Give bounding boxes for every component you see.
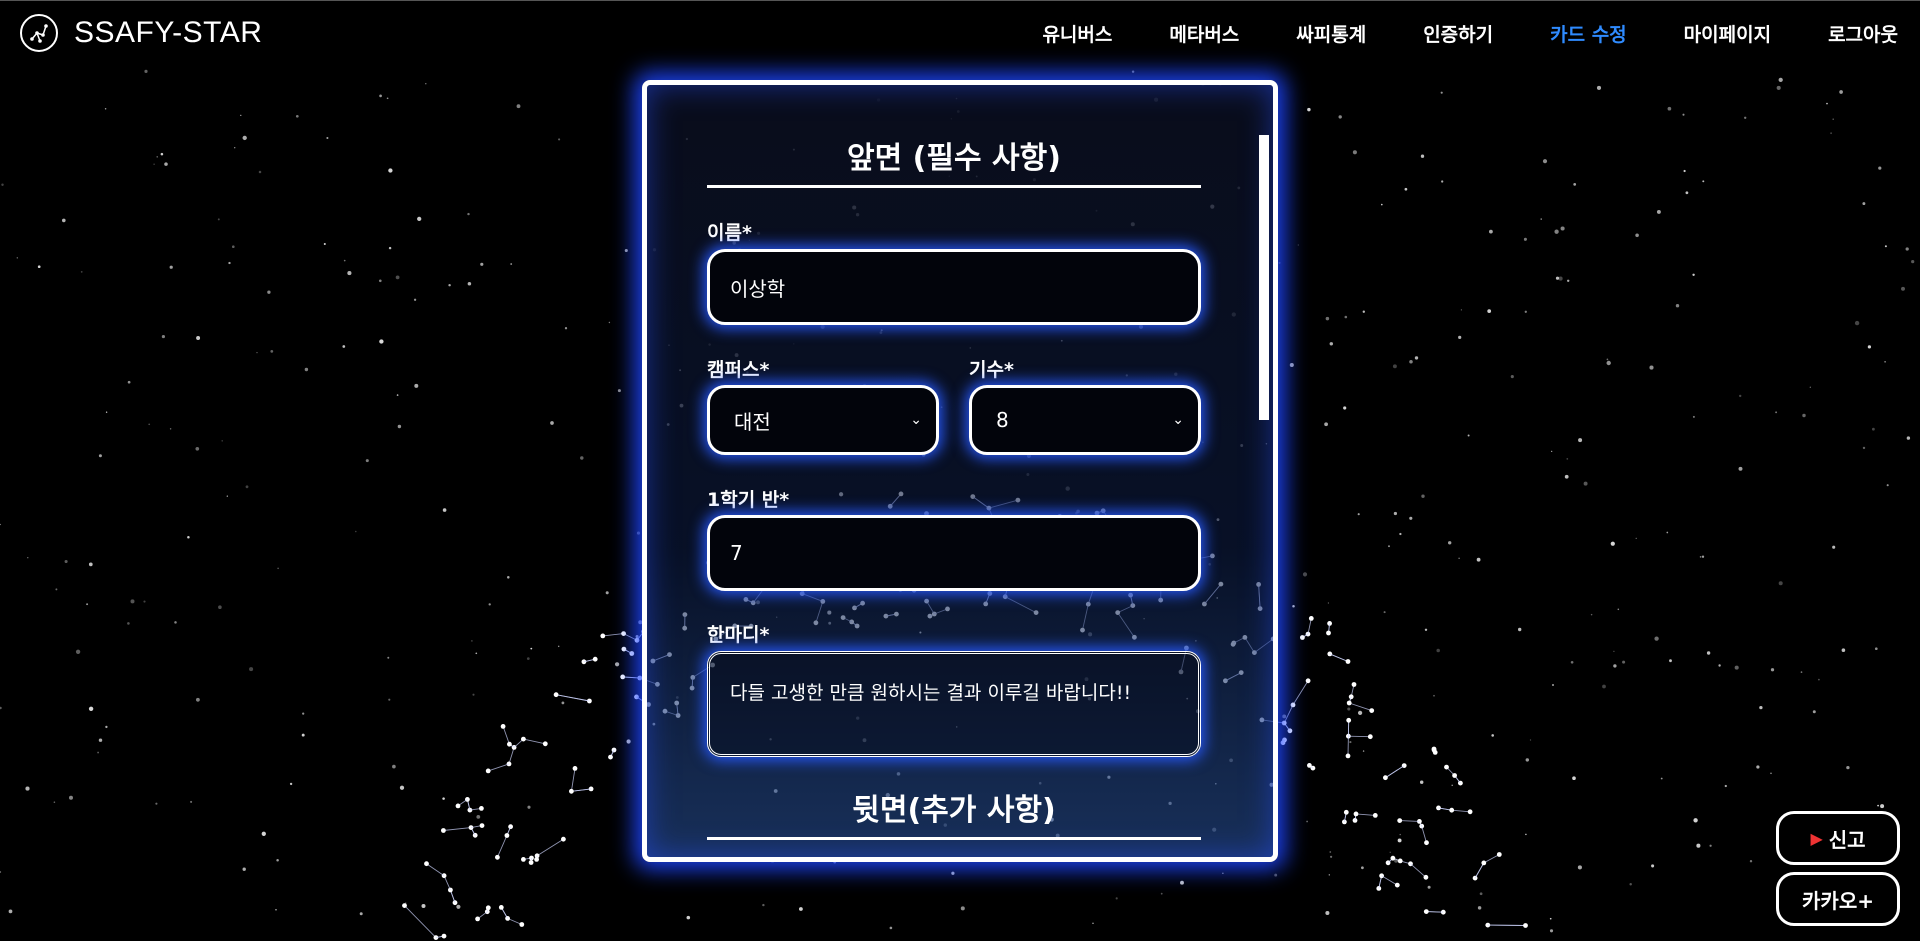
scrollbar[interactable] (1259, 135, 1269, 420)
nav-item-mypage[interactable]: 마이페이지 (1684, 20, 1771, 47)
generation-label: 기수* (969, 359, 1014, 381)
nav-item-stats[interactable]: 싸피통계 (1296, 20, 1366, 47)
logo[interactable]: SSAFY-STAR (20, 14, 262, 52)
generation-value: 8 (996, 408, 1009, 432)
front-section-title: 앞면 (필수 사항) (847, 141, 1061, 176)
navbar: SSAFY-STAR 유니버스 메타버스 싸피통계 인증하기 카드 수정 마이페… (0, 0, 1920, 64)
back-section-title: 뒷면(추가 사항) (852, 793, 1056, 828)
class-value: 7 (730, 541, 743, 565)
logo-text: SSAFY-STAR (74, 16, 263, 49)
nav-menu: 유니버스 메타버스 싸피통계 인증하기 카드 수정 마이페이지 로그아웃 (1042, 20, 1898, 47)
chevron-down-icon: ⌄ (910, 412, 922, 428)
comment-textarea[interactable]: 다들 고생한 만큼 원하시는 결과 이루길 바랍니다!! (707, 651, 1201, 757)
constellation-logo-icon (20, 14, 58, 52)
generation-select[interactable]: 8 ⌄ (969, 385, 1201, 455)
comment-label: 한마디* (707, 624, 770, 646)
nav-item-edit-card[interactable]: 카드 수정 (1550, 20, 1627, 47)
back-divider (707, 837, 1201, 840)
megaphone-icon: ▶ (1810, 828, 1823, 848)
name-input[interactable]: 이상학 (707, 249, 1201, 325)
nav-item-logout[interactable]: 로그아웃 (1828, 20, 1898, 47)
nav-item-metaverse[interactable]: 메타버스 (1169, 20, 1239, 47)
kakao-plus-label: 카카오+ (1802, 888, 1874, 913)
nav-item-verify[interactable]: 인증하기 (1423, 20, 1493, 47)
class-label: 1학기 반* (707, 489, 790, 511)
front-divider (707, 185, 1201, 188)
name-label: 이름* (707, 222, 752, 244)
card-edit-form: 앞면 (필수 사항) 이름* 이상학 캠퍼스* 대전 ⌄ 기수* 8 ⌄ 1학기… (642, 80, 1278, 862)
campus-select[interactable]: 대전 ⌄ (707, 385, 939, 455)
kakao-plus-button[interactable]: 카카오+ (1776, 872, 1900, 926)
report-label: 신고 (1828, 827, 1866, 852)
name-value: 이상학 (730, 276, 786, 301)
campus-value: 대전 (734, 409, 771, 434)
campus-label: 캠퍼스* (707, 359, 770, 381)
class-input[interactable]: 7 (707, 515, 1201, 591)
chevron-down-icon: ⌄ (1172, 412, 1184, 428)
comment-value: 다들 고생한 만큼 원하시는 결과 이루길 바랍니다!! (730, 682, 1132, 704)
report-button[interactable]: ▶ 신고 (1776, 811, 1900, 865)
nav-item-universe[interactable]: 유니버스 (1042, 20, 1112, 47)
